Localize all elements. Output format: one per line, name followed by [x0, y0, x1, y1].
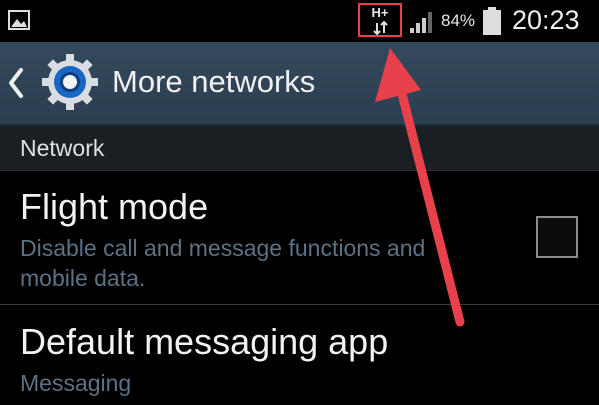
page-title: More networks	[112, 64, 316, 99]
settings-gear-icon	[42, 54, 98, 110]
network-type-label: H+	[371, 5, 389, 20]
default-messaging-summary: Messaging	[20, 370, 132, 396]
flight-mode-title: Flight mode	[20, 186, 209, 227]
section-label: Network	[20, 135, 105, 161]
section-header-network: Network	[0, 126, 599, 171]
status-clock: 20:23	[512, 5, 580, 35]
back-chevron-icon[interactable]	[8, 67, 24, 99]
flight-mode-checkbox[interactable]	[536, 216, 578, 258]
flight-mode-summary-line1: Disable call and message functions and	[20, 235, 426, 261]
list-item-flight-mode[interactable]: Flight mode Disable call and message fun…	[0, 170, 599, 305]
default-messaging-title: Default messaging app	[20, 321, 389, 362]
action-bar: More networks	[0, 42, 599, 126]
flight-mode-summary-line2: mobile data.	[20, 265, 146, 291]
network-type-indicator: H+	[358, 3, 402, 37]
signal-strength-icon	[410, 12, 432, 33]
status-bar: H+ 84% 20:23	[0, 0, 599, 42]
battery-percent: 84%	[441, 11, 476, 30]
list-item-default-messaging-app[interactable]: Default messaging app Messaging	[0, 305, 599, 405]
battery-icon	[483, 7, 501, 35]
data-activity-arrows-icon	[373, 21, 388, 35]
gallery-notification-icon	[8, 10, 30, 30]
